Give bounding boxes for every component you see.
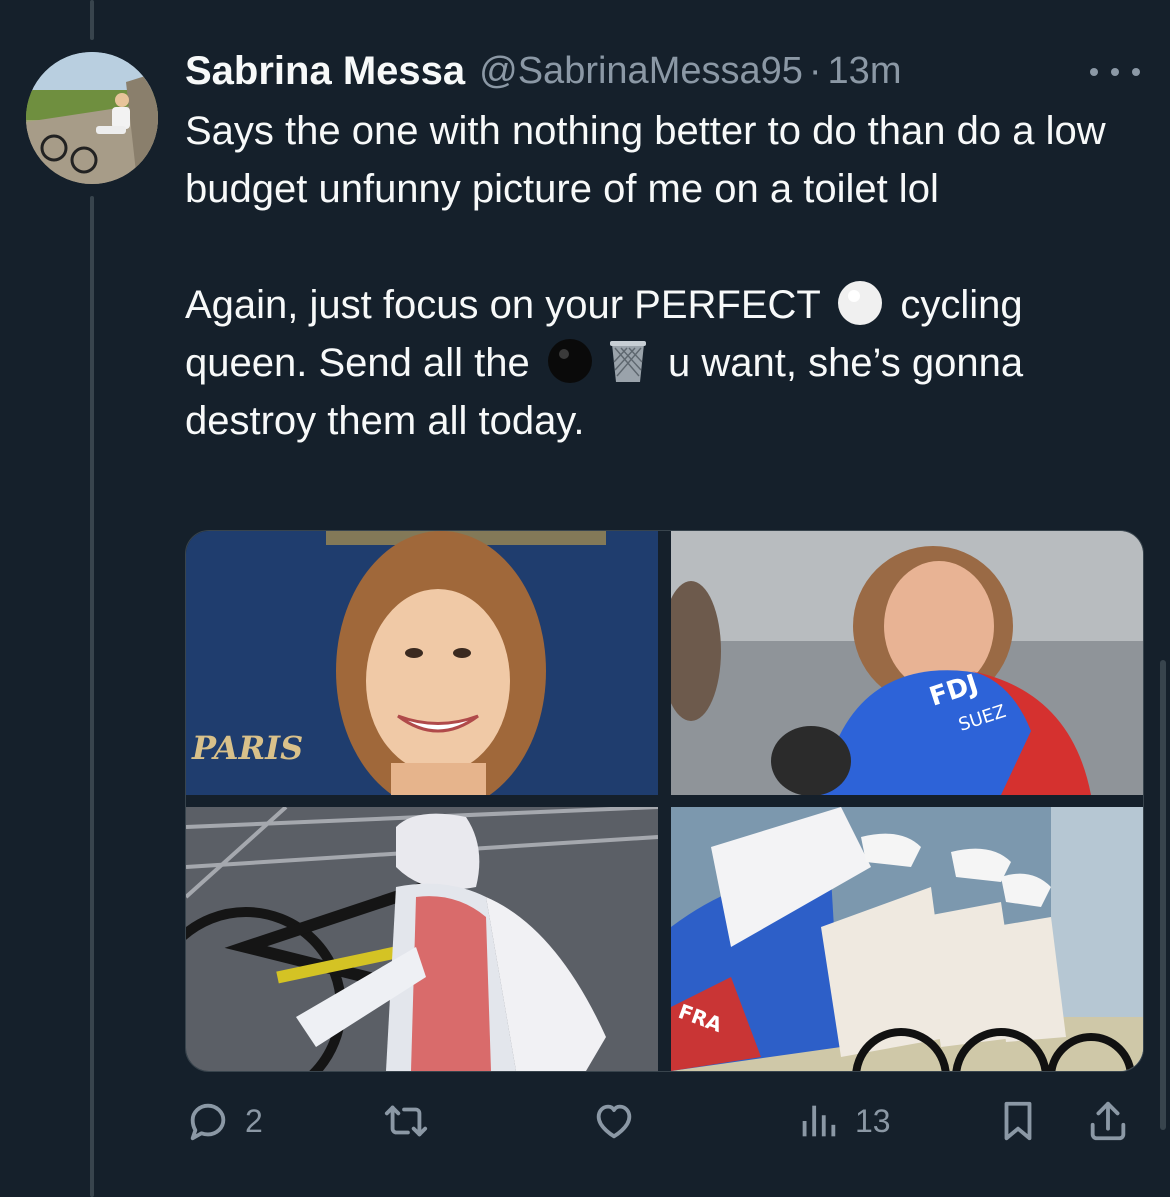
thread-line-top <box>90 0 94 40</box>
scrollbar[interactable] <box>1160 660 1166 1130</box>
author-name[interactable]: Sabrina Messa <box>185 49 465 94</box>
tweet-header: Sabrina Messa @SabrinaMessa95 · 13m <box>185 48 1140 94</box>
views-icon <box>795 1098 841 1144</box>
action-bar: 2 13 <box>185 1095 1145 1147</box>
fdj-jersey-photo[interactable]: FDJ SUEZ <box>671 531 1143 795</box>
media-grid[interactable]: PARIS FDJ SUEZ FRA <box>185 530 1144 1072</box>
retweet-button[interactable] <box>383 1095 443 1147</box>
thread-line-bottom <box>90 196 94 1197</box>
separator-dot: · <box>808 49 822 92</box>
tweet-text-paragraph-2: Again, just focus on your PERFECT cyclin… <box>185 276 1145 450</box>
retweet-icon <box>383 1098 429 1144</box>
team-pursuit-photo[interactable]: FRA <box>671 807 1143 1071</box>
reply-count: 2 <box>245 1102 263 1139</box>
views-button[interactable]: 13 <box>795 1095 891 1147</box>
avatar[interactable] <box>26 52 158 184</box>
reply-button[interactable]: 2 <box>185 1095 263 1147</box>
author-handle[interactable]: @SabrinaMessa95 <box>479 50 803 93</box>
white-circle-emoji <box>835 278 885 328</box>
reply-icon <box>185 1098 231 1144</box>
track-cyclist-photo[interactable] <box>186 807 658 1071</box>
wastebasket-emoji <box>603 336 653 386</box>
tweet[interactable]: Sabrina Messa @SabrinaMessa95 · 13m Says… <box>0 0 1170 1197</box>
more-icon[interactable] <box>1090 52 1140 92</box>
portrait-photo[interactable]: PARIS <box>186 531 658 795</box>
black-circle-emoji <box>545 336 595 386</box>
views-count: 13 <box>855 1102 891 1139</box>
timestamp[interactable]: 13m <box>828 50 902 93</box>
like-button[interactable] <box>591 1095 651 1147</box>
share-button[interactable] <box>1085 1095 1131 1147</box>
share-icon <box>1085 1098 1131 1144</box>
bookmark-button[interactable] <box>995 1095 1041 1147</box>
tweet-text-paragraph-1: Says the one with nothing better to do t… <box>185 109 1106 211</box>
tweet-text-part-1: Again, just focus on your PERFECT <box>185 283 821 327</box>
portrait-overlay-text: PARIS <box>191 729 303 767</box>
bookmark-icon <box>995 1098 1041 1144</box>
like-icon <box>591 1098 637 1144</box>
tweet-text: Says the one with nothing better to do t… <box>185 102 1145 450</box>
